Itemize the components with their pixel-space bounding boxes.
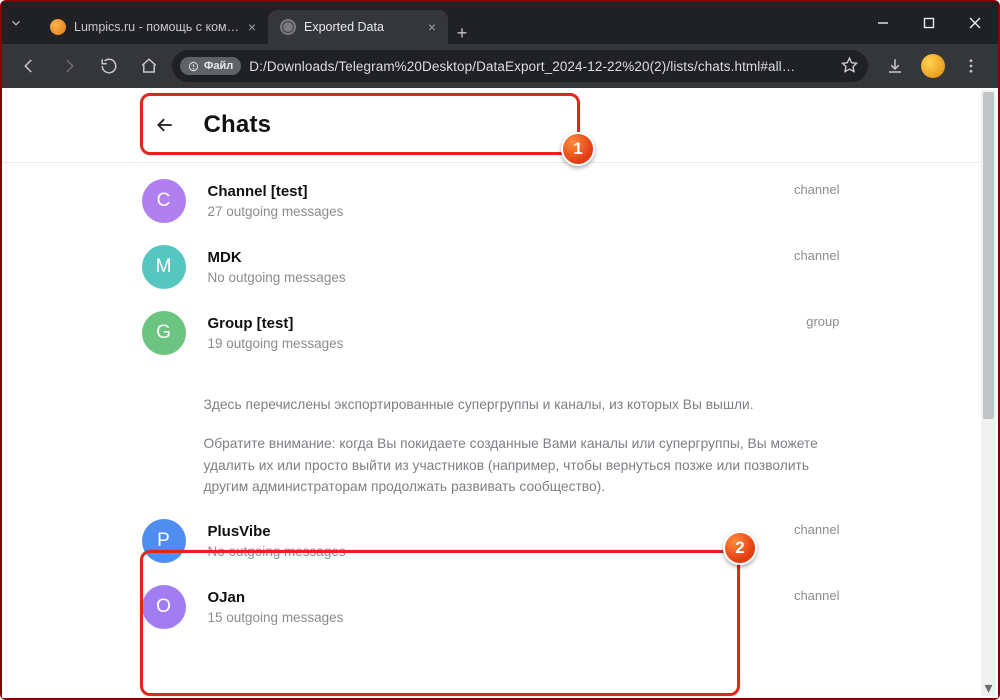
chat-subtitle: 27 outgoing messages xyxy=(208,204,842,219)
avatar: G xyxy=(142,311,186,355)
close-icon[interactable]: × xyxy=(428,20,436,34)
chat-name: MDK xyxy=(208,249,842,266)
chat-type-label: channel xyxy=(794,182,840,197)
nav-reload-button[interactable] xyxy=(92,49,126,83)
downloads-button[interactable] xyxy=(878,49,912,83)
chat-subtitle: 15 outgoing messages xyxy=(208,610,842,625)
chat-item[interactable]: G Group [test] 19 outgoing messages grou… xyxy=(132,300,852,366)
chat-name: PlusVibe xyxy=(208,523,842,540)
chat-subtitle: 19 outgoing messages xyxy=(208,336,842,351)
window-minimize-button[interactable] xyxy=(860,2,906,44)
window-titlebar: Lumpics.ru - помощь с компью × Exported … xyxy=(2,2,998,44)
note-paragraph: Здесь перечислены экспортированные супер… xyxy=(204,394,834,415)
left-chats-note: Здесь перечислены экспортированные супер… xyxy=(132,366,852,506)
nav-back-button[interactable] xyxy=(12,49,46,83)
chat-type-label: channel xyxy=(794,248,840,263)
nav-forward-button[interactable] xyxy=(52,49,86,83)
browser-tab-lumpics[interactable]: Lumpics.ru - помощь с компью × xyxy=(38,10,268,44)
chat-item[interactable]: C Channel [test] 27 outgoing messages ch… xyxy=(132,168,852,234)
new-tab-button[interactable]: + xyxy=(448,23,476,44)
url-scheme-badge: Файл xyxy=(180,57,241,75)
tab-search-button[interactable] xyxy=(2,2,30,44)
page-viewport: Chats C Channel [test] 27 outgoing messa… xyxy=(2,88,998,698)
left-chat-list: P PlusVibe No outgoing messages channel … xyxy=(132,506,852,640)
note-paragraph: Обратите внимание: когда Вы покидаете со… xyxy=(204,433,834,497)
chat-type-label: channel xyxy=(794,588,840,603)
avatar: M xyxy=(142,245,186,289)
favicon-lumpics xyxy=(50,19,66,35)
url-scheme-label: Файл xyxy=(204,60,233,72)
favicon-globe-icon xyxy=(280,19,296,35)
scroll-down-arrow-icon[interactable]: ▾ xyxy=(981,680,996,696)
address-bar[interactable]: Файл D:/Downloads/Telegram%20Desktop/Dat… xyxy=(172,50,868,82)
scrollbar-thumb[interactable] xyxy=(983,92,994,419)
chat-subtitle: No outgoing messages xyxy=(208,544,842,559)
extension-icon xyxy=(921,54,945,78)
extension-button[interactable] xyxy=(916,49,950,83)
avatar: P xyxy=(142,519,186,563)
page-title: Chats xyxy=(204,111,272,139)
page-content: Chats C Channel [test] 27 outgoing messa… xyxy=(2,88,981,698)
tab-strip: Lumpics.ru - помощь с компью × Exported … xyxy=(30,2,860,44)
back-arrow-icon[interactable] xyxy=(154,114,176,136)
chat-item[interactable]: P PlusVibe No outgoing messages channel xyxy=(132,508,852,574)
bookmark-star-icon[interactable] xyxy=(841,56,858,76)
vertical-scrollbar[interactable]: ▴ ▾ xyxy=(981,90,996,696)
browser-tab-exported-data[interactable]: Exported Data × xyxy=(268,10,448,44)
tab-title: Lumpics.ru - помощь с компью xyxy=(74,20,240,34)
header-divider xyxy=(2,162,981,163)
chat-type-label: group xyxy=(806,314,839,329)
avatar: C xyxy=(142,179,186,223)
nav-home-button[interactable] xyxy=(132,49,166,83)
chat-type-label: channel xyxy=(794,522,840,537)
browser-toolbar: Файл D:/Downloads/Telegram%20Desktop/Dat… xyxy=(2,44,998,88)
chat-list: C Channel [test] 27 outgoing messages ch… xyxy=(132,162,852,366)
chat-item[interactable]: M MDK No outgoing messages channel xyxy=(132,234,852,300)
url-text: D:/Downloads/Telegram%20Desktop/DataExpo… xyxy=(249,59,833,74)
chat-subtitle: No outgoing messages xyxy=(208,270,842,285)
window-close-button[interactable] xyxy=(952,2,998,44)
window-controls xyxy=(860,2,998,44)
chat-name: Channel [test] xyxy=(208,183,842,200)
window-maximize-button[interactable] xyxy=(906,2,952,44)
close-icon[interactable]: × xyxy=(248,20,256,34)
page-header: Chats xyxy=(132,88,852,162)
browser-menu-button[interactable] xyxy=(954,49,988,83)
chat-name: Group [test] xyxy=(208,315,842,332)
chat-name: OJan xyxy=(208,589,842,606)
avatar: O xyxy=(142,585,186,629)
chat-item[interactable]: O OJan 15 outgoing messages channel xyxy=(132,574,852,640)
tab-title: Exported Data xyxy=(304,20,420,34)
